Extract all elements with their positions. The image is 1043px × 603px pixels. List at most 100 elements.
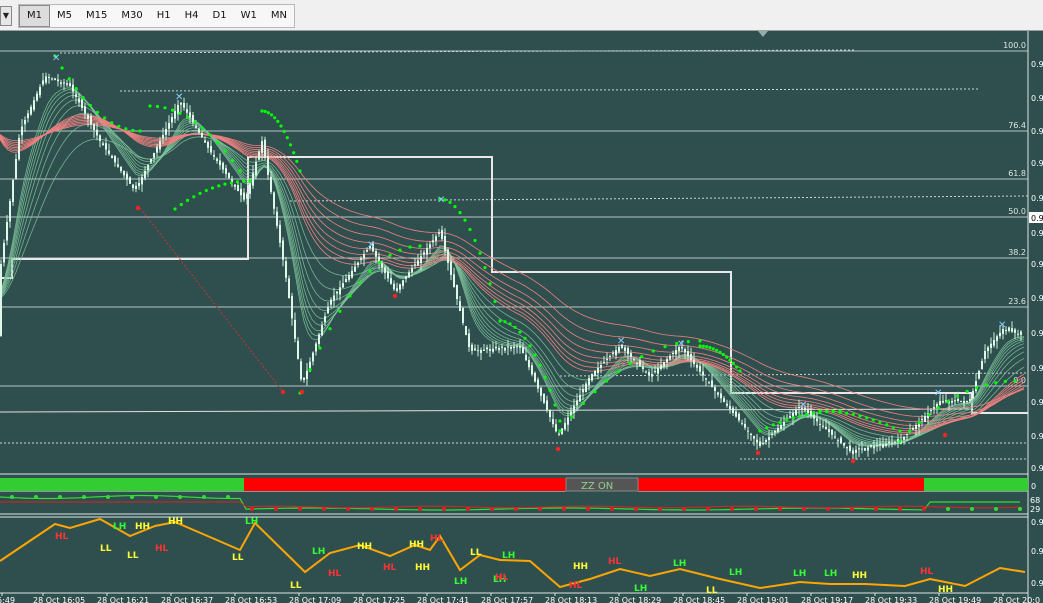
psar-dot (686, 340, 690, 344)
timeframe-m1[interactable]: M1 (19, 5, 50, 27)
main-plot-area[interactable] (0, 31, 1028, 473)
psar-dot (378, 260, 382, 264)
zigzag-axis-labels: 0.9 0.9 0.9 (1031, 518, 1043, 588)
psar-dot (718, 350, 722, 354)
time-label: 28 Oct 18:29 (609, 596, 661, 603)
psar-dot (553, 403, 557, 407)
timeframe-d1[interactable]: D1 (206, 5, 234, 27)
psar-dot (124, 127, 128, 131)
candle-body (267, 155, 269, 175)
oscillator-pane (0, 494, 1022, 511)
psar-dot (238, 169, 242, 173)
candle-body (723, 398, 725, 402)
price-label: 0.9 (1031, 294, 1043, 303)
candle-body (333, 295, 335, 301)
time-label: 28 Oct 19:49 (929, 596, 981, 603)
swing-label: HL (920, 567, 934, 577)
candle-body (441, 229, 443, 239)
oscillator-dot (130, 495, 134, 499)
candle-body (963, 401, 965, 403)
psar-dot (523, 336, 527, 340)
psar-dot (200, 126, 205, 130)
psar-dot (1013, 379, 1017, 383)
psar-dot (215, 141, 220, 145)
candle-body (567, 417, 569, 425)
swing-label: HL (55, 532, 69, 542)
time-label: 28 Oct 20:0 (993, 596, 1040, 603)
candle-body (288, 278, 290, 298)
time-axis-labels: 15:49 28 Oct 16:05 28 Oct 16:21 28 Oct 16:3… (0, 593, 1040, 603)
candle-body (300, 361, 302, 380)
timeframe-h1[interactable]: H1 (150, 5, 178, 27)
time-label: 15:49 (0, 596, 15, 603)
zigzag-price-label: 0.9 (1031, 547, 1043, 556)
timeframe-w1[interactable]: W1 (234, 5, 264, 27)
candle-body (912, 428, 914, 430)
swing-label: HH (852, 571, 867, 581)
psar-dot (193, 120, 197, 124)
psar-dot (398, 248, 402, 252)
psar-dot (418, 244, 422, 248)
candle-body (609, 356, 611, 357)
psar-dot (308, 367, 312, 372)
trend-bar-bull (924, 478, 1028, 491)
candle-body (90, 116, 92, 125)
candle-body (9, 201, 11, 222)
candle-body (825, 426, 827, 430)
candle-body (660, 365, 662, 370)
candle-body (873, 446, 875, 449)
candle-body (651, 374, 653, 377)
price-chart[interactable]: 100.076.461.850.038.223.60.0 ✕✕✕✕ ✕✕✕✕✕ 0… (0, 31, 1043, 603)
oscillator-dot (250, 507, 254, 511)
swing-label: LL (232, 553, 244, 563)
time-label: 28 Oct 18:13 (545, 596, 597, 603)
candle-body (837, 440, 839, 442)
swing-label: HL (155, 544, 169, 554)
psar-dot (825, 409, 829, 413)
candle-body (648, 372, 650, 375)
candle-body (930, 410, 932, 411)
caret-down-icon[interactable]: ▼ (0, 6, 12, 26)
candle-body (321, 325, 323, 336)
psar-dot (785, 418, 789, 422)
psar-dot (865, 416, 869, 420)
fib-level-label: 23.6 (1008, 297, 1026, 306)
candle-body (318, 334, 320, 344)
candle-body (438, 232, 440, 234)
oscillator-dot (586, 507, 590, 511)
psar-dot (533, 353, 537, 357)
candle-body (549, 410, 551, 417)
timeframe-h4[interactable]: H4 (178, 5, 206, 27)
psar-dot (908, 429, 912, 433)
down-fractal-icon (850, 458, 856, 464)
psar-dot (248, 179, 252, 183)
psar-dot (984, 383, 988, 387)
fib-level-label: 50.0 (1008, 207, 1026, 216)
psar-dot (67, 77, 71, 81)
psar-dot (473, 238, 477, 243)
psar-dot (210, 186, 215, 190)
candle-body (312, 352, 314, 362)
candle-body (597, 368, 599, 374)
timeframe-mn[interactable]: MN (264, 5, 294, 27)
timeframe-m30[interactable]: M30 (114, 5, 149, 27)
candle-body (864, 448, 866, 451)
candle-body (282, 240, 284, 260)
oscillator-dot (346, 507, 350, 511)
psar-dot (173, 207, 177, 211)
candle-body (147, 165, 149, 171)
candle-body (306, 370, 308, 379)
timeframe-m5[interactable]: M5 (50, 5, 79, 27)
candle-body (1020, 331, 1022, 335)
candle-body (756, 439, 758, 443)
swing-label: HH (415, 563, 430, 573)
candle-body (303, 377, 305, 380)
candle-body (996, 336, 998, 341)
psar-dot (328, 327, 332, 331)
timeframe-m15[interactable]: M15 (79, 5, 114, 27)
psar-dot (110, 121, 114, 125)
candle-body (189, 112, 191, 118)
candle-body (474, 348, 476, 351)
psar-dot (131, 128, 135, 133)
candle-body (891, 442, 893, 444)
